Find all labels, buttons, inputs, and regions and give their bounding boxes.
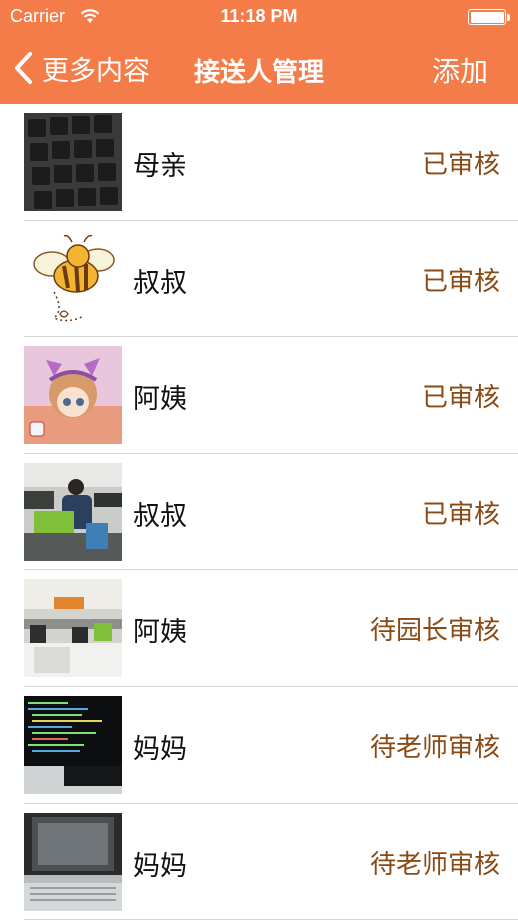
approval-status: 待园长审核: [369, 616, 500, 647]
contact-name: 叔叔: [133, 500, 187, 532]
approval-status: 待老师审核: [369, 732, 500, 763]
list-item[interactable]: 母亲 已审核: [0, 104, 518, 221]
list-item[interactable]: 妈妈 待老师审核: [0, 687, 518, 804]
battery-nub: [507, 14, 510, 21]
avatar: [24, 462, 122, 561]
contact-name: 妈妈: [133, 850, 187, 882]
avatar: [24, 579, 122, 678]
avatar: [24, 229, 122, 328]
list-item[interactable]: 叔叔 已审核: [0, 454, 518, 571]
contact-name: 母亲: [133, 151, 187, 182]
list-item[interactable]: 妈妈 待老师审核: [0, 804, 518, 920]
list-item[interactable]: 阿姨 已审核: [0, 337, 518, 454]
approval-status: 已审核: [421, 383, 500, 414]
contact-name: 妈妈: [133, 733, 187, 765]
avatar: [24, 812, 122, 911]
avatar: [24, 695, 122, 794]
list-item[interactable]: 阿姨 待园长审核: [0, 570, 518, 687]
pickup-person-list: 母亲 已审核 叔叔 已审核 阿姨 已审核 叔叔 已审核 阿姨 待园长审核 妈妈 …: [0, 104, 518, 920]
approval-status: 待老师审核: [369, 849, 500, 880]
approval-status: 已审核: [421, 150, 500, 180]
status-bar: Carrier 11:18 PM: [0, 0, 518, 34]
avatar: [24, 113, 122, 211]
add-button[interactable]: 添加: [432, 50, 488, 90]
contact-name: 阿姨: [133, 617, 187, 649]
contact-name: 叔叔: [133, 267, 187, 299]
list-item[interactable]: 叔叔 已审核: [0, 221, 518, 338]
clock-time: 11:18 PM: [220, 6, 298, 26]
avatar: [24, 346, 122, 445]
contact-name: 阿姨: [133, 384, 187, 416]
navigation-header: Carrier 11:18 PM 更多内容 接送人管理 添加: [0, 0, 518, 104]
battery-icon: [468, 9, 506, 25]
approval-status: 已审核: [421, 266, 500, 297]
approval-status: 已审核: [421, 499, 500, 530]
